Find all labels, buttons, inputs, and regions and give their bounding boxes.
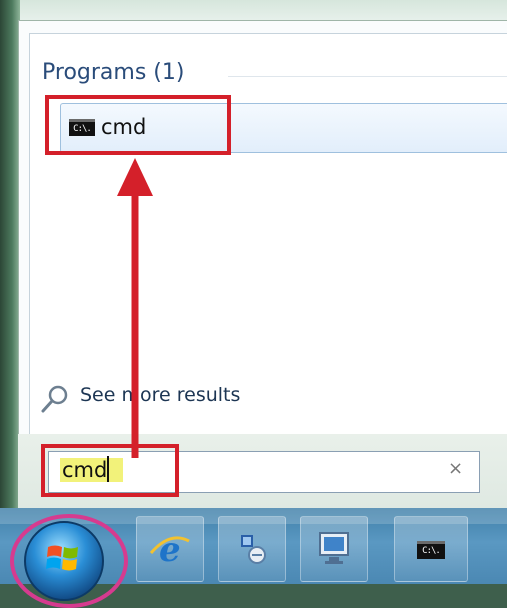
see-more-results-link[interactable]: See more results	[80, 384, 240, 414]
programs-section-title: Programs (1)	[42, 60, 185, 85]
internet-explorer-icon: e	[149, 530, 190, 570]
taskbar-command-prompt[interactable]: C:\.	[394, 516, 468, 582]
svg-text:e: e	[159, 530, 181, 570]
taskbar-internet-explorer[interactable]: e	[136, 516, 204, 582]
taskbar-remote-desktop[interactable]	[300, 516, 368, 582]
remote-desktop-icon	[319, 532, 349, 564]
search-icon	[41, 385, 68, 413]
clear-search-icon[interactable]: ×	[448, 458, 463, 479]
annotation-box-result	[45, 95, 231, 155]
section-divider	[228, 76, 507, 77]
annotation-box-search	[41, 444, 179, 497]
window-frame-top	[0, 0, 507, 22]
search-results-pane	[29, 33, 507, 436]
taskbar-network-connections[interactable]	[218, 516, 286, 582]
command-prompt-icon: C:\.	[417, 541, 445, 559]
window-frame-left	[0, 0, 20, 508]
network-icon	[241, 535, 266, 564]
annotation-circle-start	[10, 514, 128, 608]
